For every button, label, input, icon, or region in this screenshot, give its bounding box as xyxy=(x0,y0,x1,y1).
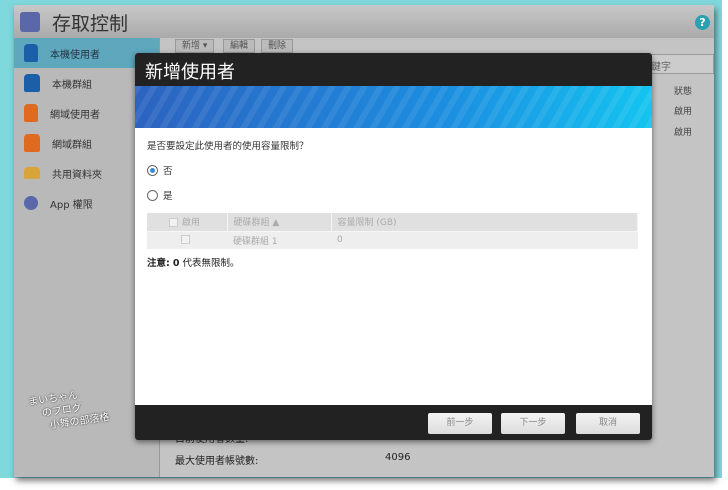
help-icon[interactable]: ? xyxy=(695,15,710,30)
quota-question: 是否要設定此使用者的使用容量限制？ xyxy=(147,141,309,152)
radio-no[interactable]: 否 xyxy=(147,163,640,177)
app-icon xyxy=(24,196,38,210)
sidebar-item-label: App 權限 xyxy=(50,199,93,211)
cancel-button[interactable]: 取消 xyxy=(576,413,640,434)
table-header: 啟用 硬碟群組 ▲ 容量限制 (GB) xyxy=(147,213,638,231)
group-icon xyxy=(24,74,40,92)
title-bar: 存取控制 ? xyxy=(14,5,714,38)
status-cell: 啟用 xyxy=(674,128,693,138)
dialog-title: 新增使用者 xyxy=(135,53,652,86)
stat-label: 最大使用者帳號數: xyxy=(175,456,259,467)
quota-table: 啟用 硬碟群組 ▲ 容量限制 (GB) 硬碟群組 1 0 xyxy=(147,213,638,249)
radio-selected-icon[interactable] xyxy=(147,164,158,176)
quota-cell[interactable]: 0 xyxy=(331,230,638,249)
folder-icon xyxy=(24,167,40,179)
user-icon xyxy=(24,44,38,62)
delete-button[interactable]: 刪除 xyxy=(261,39,294,53)
volume-column-header[interactable]: 硬碟群組 ▲ xyxy=(227,213,332,231)
quota-note: 注意: 0 代表無限制。 xyxy=(147,255,640,269)
header-label: 啟用 xyxy=(182,218,201,229)
radio-unselected-icon[interactable] xyxy=(147,189,158,201)
enable-cell xyxy=(147,230,227,249)
sidebar-item-label: 網域群組 xyxy=(52,139,92,151)
back-button[interactable]: 前一步 xyxy=(428,413,492,434)
radio-yes[interactable]: 是 xyxy=(147,188,640,202)
sidebar-item-label: 本機使用者 xyxy=(50,49,100,61)
access-control-icon xyxy=(20,12,40,32)
quota-column-header[interactable]: 容量限制 (GB) xyxy=(331,213,638,231)
radio-label: 是 xyxy=(163,191,173,202)
status-cell: 啟用 xyxy=(674,107,693,117)
max-user-count: 最大使用者帳號數: 4096 xyxy=(175,452,410,467)
note-text: 代表無限制。 xyxy=(179,258,240,269)
stat-value: 4096 xyxy=(385,452,411,463)
dialog-body: 是否要設定此使用者的使用容量限制？ 否 是 啟用 硬碟群組 ▲ 容量限制 (GB… xyxy=(135,128,652,405)
dialog-banner xyxy=(135,86,652,128)
select-all-checkbox[interactable] xyxy=(169,218,178,228)
status-column-header: 狀態 xyxy=(674,87,693,97)
enable-checkbox[interactable] xyxy=(181,235,190,245)
note-prefix: 注意: xyxy=(147,258,170,269)
create-user-dialog: 新增使用者 是否要設定此使用者的使用容量限制？ 否 是 啟用 硬碟群組 ▲ 容量… xyxy=(135,53,652,440)
edit-button[interactable]: 編輯 xyxy=(223,39,256,53)
table-row: 硬碟群組 1 0 xyxy=(147,230,638,249)
sidebar-item-label: 網域使用者 xyxy=(50,109,100,121)
app-title: 存取控制 xyxy=(52,13,129,35)
sidebar-item-label: 共用資料夾 xyxy=(52,169,102,181)
create-button[interactable]: 新增 ▾ xyxy=(175,39,215,53)
dialog-footer: 前一步 下一步 取消 xyxy=(135,405,652,440)
radio-label: 否 xyxy=(163,166,173,177)
next-button[interactable]: 下一步 xyxy=(501,413,565,434)
sidebar-item-label: 本機群組 xyxy=(52,79,92,91)
group-icon xyxy=(24,134,40,152)
volume-cell: 硬碟群組 1 xyxy=(227,230,331,249)
user-icon xyxy=(24,104,38,122)
enable-column-header[interactable]: 啟用 xyxy=(147,213,228,231)
